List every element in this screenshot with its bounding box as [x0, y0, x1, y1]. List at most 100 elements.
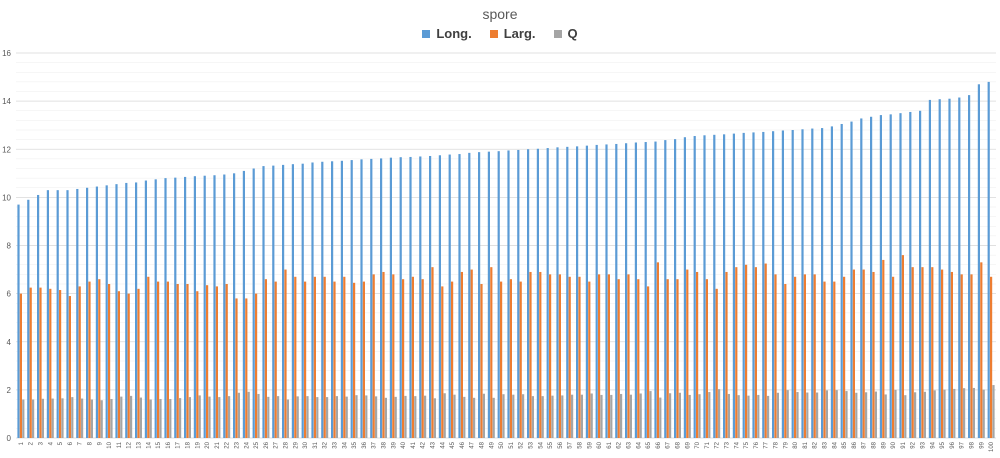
bar-long: [370, 158, 373, 438]
bar-long: [870, 116, 873, 438]
bar-long: [634, 142, 637, 438]
bar-q: [32, 399, 35, 438]
bar-larg: [549, 274, 552, 438]
bar-larg: [901, 255, 904, 438]
x-category-label: 13: [137, 441, 143, 448]
x-category-label: 62: [617, 441, 623, 448]
bar-larg: [647, 286, 650, 438]
bar-long: [360, 159, 363, 438]
bar-larg: [108, 284, 111, 438]
bar-q: [972, 387, 975, 438]
bar-larg: [990, 276, 993, 438]
bar-larg: [88, 281, 91, 438]
bar-larg: [470, 269, 473, 438]
bar-long: [46, 190, 49, 438]
bar-long: [781, 130, 784, 438]
bar-long: [174, 177, 177, 439]
x-category-label: 36: [362, 441, 368, 448]
x-category-label: 89: [881, 441, 887, 448]
bar-q: [296, 396, 299, 438]
bar-q: [659, 397, 662, 438]
bar-q: [228, 396, 231, 438]
bar-long: [938, 99, 941, 438]
x-category-label: 67: [666, 441, 672, 448]
bar-larg: [49, 288, 52, 438]
bar-q: [669, 393, 672, 438]
x-category-label: 24: [244, 441, 250, 448]
x-category-label: 41: [411, 441, 417, 448]
bar-long: [977, 84, 980, 438]
bar-larg: [19, 293, 22, 438]
x-category-label: 39: [391, 441, 397, 448]
bar-long: [850, 121, 853, 438]
bar-q: [580, 394, 583, 438]
bar-q: [384, 397, 387, 438]
x-category-label: 71: [705, 441, 711, 448]
y-tick-label: 14: [2, 97, 11, 106]
bar-larg: [480, 284, 483, 438]
bar-long: [213, 175, 216, 439]
bar-long: [546, 148, 549, 438]
x-category-label: 45: [450, 441, 456, 448]
bar-long: [595, 144, 598, 438]
bar-q: [120, 396, 123, 438]
bar-q: [561, 395, 564, 438]
bar-long: [664, 140, 667, 438]
bar-q: [512, 394, 515, 438]
bar-long: [723, 134, 726, 439]
x-category-label: 15: [156, 441, 162, 448]
bar-q: [110, 399, 113, 438]
bar-larg: [441, 286, 444, 438]
bar-q: [41, 398, 44, 438]
bar-long: [233, 173, 236, 438]
bar-larg: [402, 279, 405, 438]
x-category-label: 50: [499, 441, 505, 448]
bar-larg: [186, 284, 189, 438]
x-category-label: 33: [333, 441, 339, 448]
x-category-label: 9: [97, 441, 103, 445]
bar-larg: [715, 288, 718, 438]
x-category-label: 78: [774, 441, 780, 448]
bar-larg: [382, 271, 385, 438]
x-category-label: 29: [293, 441, 299, 448]
bar-q: [130, 395, 133, 438]
x-category-label: 28: [284, 441, 290, 448]
y-tick-label: 2: [7, 386, 12, 395]
bar-q: [923, 391, 926, 438]
bar-long: [262, 166, 265, 438]
bar-larg: [754, 267, 757, 438]
bar-long: [703, 135, 706, 438]
x-category-label: 37: [372, 441, 378, 448]
x-category-label: 32: [323, 441, 329, 448]
bar-long: [438, 155, 441, 438]
x-category-label: 86: [852, 441, 858, 448]
x-category-label: 95: [940, 441, 946, 448]
bar-long: [987, 81, 990, 438]
bar-q: [649, 391, 652, 438]
bar-larg: [137, 288, 140, 438]
bar-q: [904, 395, 907, 438]
bar-long: [899, 113, 902, 438]
x-category-label: 38: [382, 441, 388, 448]
bar-larg: [833, 281, 836, 438]
bar-larg: [255, 293, 258, 438]
bar-larg: [362, 281, 365, 438]
bar-long: [556, 147, 559, 438]
bar-q: [629, 394, 632, 438]
bar-larg: [343, 276, 346, 438]
bar-long: [419, 156, 422, 438]
bar-long: [66, 190, 69, 438]
bar-larg: [176, 284, 179, 438]
bar-q: [855, 392, 858, 438]
bar-long: [497, 151, 500, 439]
bar-long: [56, 190, 59, 438]
bar-larg: [950, 271, 953, 438]
bar-larg: [607, 274, 610, 438]
bar-larg: [333, 281, 336, 438]
bar-larg: [284, 269, 287, 438]
bar-long: [919, 110, 922, 438]
bar-q: [620, 393, 623, 438]
x-category-label: 100: [989, 441, 995, 452]
bar-q: [816, 392, 819, 438]
x-category-label: 18: [186, 441, 192, 448]
